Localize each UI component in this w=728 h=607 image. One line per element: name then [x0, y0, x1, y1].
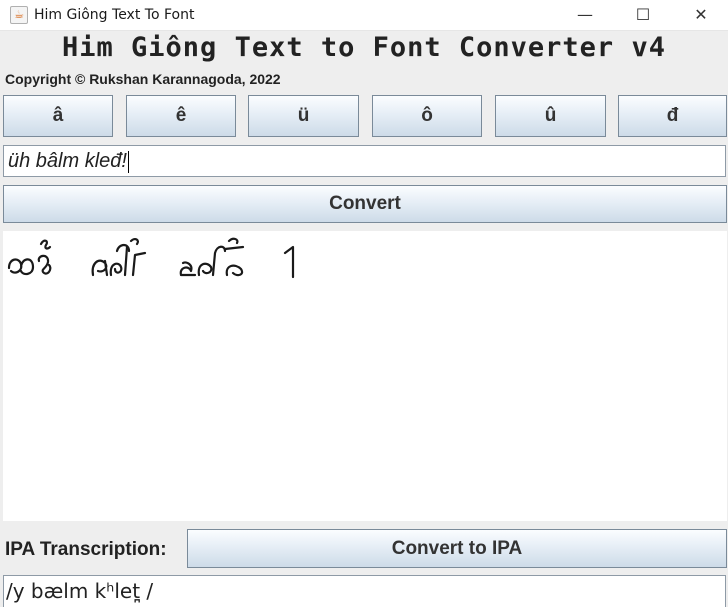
converted-script-glyphs [7, 237, 295, 279]
char-button-o-circumflex[interactable]: ô [372, 95, 482, 137]
ipa-output-field[interactable]: /y bælm kʰlet̪ / [3, 575, 726, 607]
ipa-label: IPA Transcription: [5, 539, 167, 560]
script-glyph-2d [131, 251, 147, 277]
title-bar: ☕ Him Giông Text To Font — ☐ ✕ [0, 0, 728, 31]
script-glyph-3c [223, 237, 245, 277]
char-button-u-diaeresis[interactable]: ü [248, 95, 359, 137]
close-button[interactable]: ✕ [672, 0, 728, 30]
script-glyph-3a [179, 261, 197, 277]
font-output-area[interactable] [3, 231, 727, 521]
char-button-d-stroke[interactable]: đ [618, 95, 727, 137]
char-button-u-circumflex[interactable]: û [495, 95, 606, 137]
script-glyph-1c [39, 239, 52, 250]
script-glyph-1a [7, 258, 35, 276]
app-heading: Him Giông Text to Font Converter v4 [62, 32, 666, 63]
text-caret [127, 150, 129, 173]
convert-to-ipa-button[interactable]: Convert to IPA [187, 529, 727, 568]
window-title: Him Giông Text To Font [34, 7, 195, 23]
script-glyph-1b [37, 254, 52, 275]
script-glyph-4 [283, 245, 295, 279]
char-button-a-circumflex[interactable]: â [3, 95, 113, 137]
char-button-e-circumflex[interactable]: ê [126, 95, 236, 137]
convert-button[interactable]: Convert [3, 185, 727, 223]
script-glyph-2b [109, 245, 129, 277]
java-cup-icon: ☕ [10, 6, 28, 24]
minimize-button[interactable]: — [556, 0, 614, 30]
script-glyph-2a [91, 259, 109, 277]
script-glyph-3b [197, 245, 227, 277]
source-text-value: üh bâlm kleđ! [8, 150, 127, 172]
maximize-button[interactable]: ☐ [614, 0, 672, 30]
copyright-notice: Copyright © Rukshan Karannagoda, 2022 [5, 71, 281, 87]
source-text-input[interactable]: üh bâlm kleđ! [3, 145, 726, 177]
